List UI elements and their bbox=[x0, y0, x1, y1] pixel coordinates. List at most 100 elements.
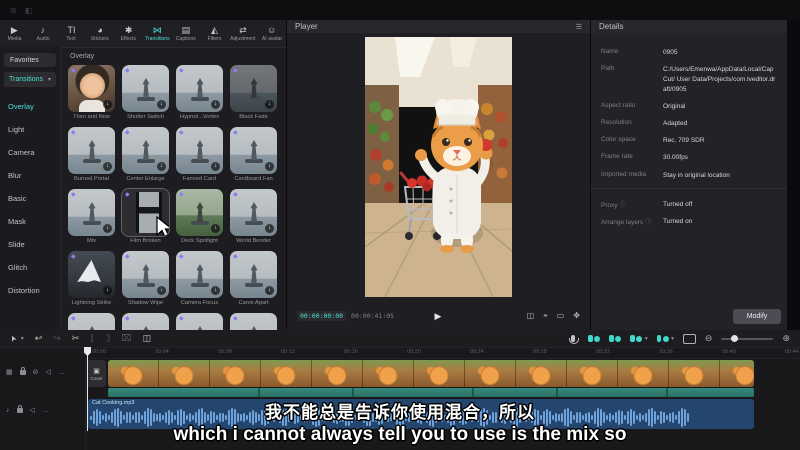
toolbar-item-ai-avatar[interactable]: ☺AI avatar bbox=[257, 20, 286, 47]
clip-icon[interactable]: ▦ bbox=[6, 368, 13, 376]
transition-item-mix[interactable]: ◆↓Mix bbox=[68, 189, 115, 244]
download-icon[interactable]: ↓ bbox=[211, 162, 220, 171]
transition-thumbnail[interactable]: ◆↓ bbox=[230, 189, 277, 236]
sidebar-item-basic[interactable]: Basic bbox=[0, 187, 60, 210]
sidebar-item-overlay[interactable]: Overlay bbox=[0, 95, 60, 118]
transition-item-hypnot-vortex[interactable]: ◆↓Hypnot...Vortex bbox=[176, 65, 223, 120]
download-icon[interactable]: ↓ bbox=[211, 224, 220, 233]
download-icon[interactable]: ↓ bbox=[211, 286, 220, 295]
toolbar-item-adjustment[interactable]: ⇄Adjustment bbox=[229, 20, 258, 47]
link-icon[interactable]: ▾ bbox=[630, 335, 647, 342]
transition-thumbnail[interactable]: ◆↓ bbox=[230, 127, 277, 174]
zoom-out-icon[interactable]: ⊖ bbox=[705, 333, 713, 344]
download-icon[interactable]: ↓ bbox=[103, 162, 112, 171]
download-icon[interactable]: ↓ bbox=[265, 224, 274, 233]
transition-item-film-broken[interactable]: ◆↓Film Broken bbox=[122, 189, 169, 244]
transition-item-carve-apart[interactable]: ◆↓Carve Apart bbox=[230, 251, 277, 306]
transition-thumbnail[interactable]: ◆↓ bbox=[122, 189, 169, 236]
transition-item-fanned-card[interactable]: ◆↓Fanned Card bbox=[176, 127, 223, 182]
more-icon[interactable]: … bbox=[42, 407, 49, 414]
transition-thumbnail[interactable]: ◆↓ bbox=[68, 127, 115, 174]
transition-item-lightning-strike[interactable]: ◆↓Lightning Strike bbox=[68, 251, 115, 306]
more-icon[interactable]: … bbox=[58, 369, 65, 376]
transition-thumbnail[interactable]: ◆↓ bbox=[122, 65, 169, 112]
transitions-dropdown[interactable]: Transitions ▾ bbox=[4, 72, 56, 87]
transition-item-center-enlarge[interactable]: ◆↓Center Enlarge bbox=[122, 127, 169, 182]
snap-icon[interactable] bbox=[588, 335, 600, 342]
transition-thumbnail[interactable]: ◆↓ bbox=[68, 313, 115, 330]
select-dropdown[interactable]: ▾ bbox=[21, 335, 24, 342]
timeline-zoom-slider[interactable] bbox=[721, 338, 773, 340]
modify-button[interactable]: Modify bbox=[733, 309, 781, 324]
sidebar-item-mask[interactable]: Mask bbox=[0, 210, 60, 233]
playhead[interactable] bbox=[87, 347, 88, 431]
toolbar-item-media[interactable]: ▶Media bbox=[0, 20, 29, 47]
timeline-ruler[interactable]: 00:0000:0400:0800:1200:1600:2000:2400:28… bbox=[0, 347, 800, 359]
transition-thumbnail[interactable]: ◆↓ bbox=[68, 65, 115, 112]
split-button[interactable]: ✂ bbox=[72, 333, 80, 344]
sidebar-item-glitch[interactable]: Glitch bbox=[0, 256, 60, 279]
video-clip[interactable] bbox=[108, 360, 754, 387]
sidebar-item-light[interactable]: Light bbox=[0, 118, 60, 141]
transition-thumbnail[interactable]: ◆↓ bbox=[230, 251, 277, 298]
fullscreen-icon[interactable]: ✥ bbox=[573, 311, 580, 321]
download-icon[interactable]: ↓ bbox=[157, 162, 166, 171]
download-icon[interactable]: ↓ bbox=[157, 100, 166, 109]
toolbar-item-audio[interactable]: ♪Audio bbox=[29, 20, 58, 47]
transition-thumbnail[interactable]: ◆↓ bbox=[230, 65, 277, 112]
download-icon[interactable]: ↓ bbox=[265, 286, 274, 295]
transition-item-burned-portal[interactable]: ◆↓Burned Portal bbox=[68, 127, 115, 182]
lock-icon[interactable] bbox=[17, 408, 23, 413]
sidebar-item-blur[interactable]: Blur bbox=[0, 164, 60, 187]
toolbar-item-text[interactable]: TIText bbox=[57, 20, 86, 47]
download-icon[interactable]: ↓ bbox=[157, 286, 166, 295]
trim-right-button[interactable]: ⟧ bbox=[106, 333, 110, 344]
mirror-button[interactable]: ◫ bbox=[143, 333, 152, 344]
transition-thumbnail[interactable]: ◆↓ bbox=[68, 189, 115, 236]
download-icon[interactable]: ↓ bbox=[103, 286, 112, 295]
cover-button[interactable]: ▣ Cover bbox=[87, 360, 106, 387]
audio-clip[interactable]: Cat Cooking.mp3 bbox=[88, 399, 754, 429]
transition-item[interactable]: ◆↓ bbox=[68, 313, 115, 330]
ratio-icon[interactable]: ▭ bbox=[557, 311, 565, 321]
record-voiceover-icon[interactable] bbox=[571, 335, 575, 342]
lock-icon[interactable] bbox=[20, 370, 26, 375]
transition-item[interactable]: ◆↓ bbox=[230, 313, 277, 330]
transition-item-camera-focus[interactable]: ◆↓Camera Focus bbox=[176, 251, 223, 306]
favorites-button[interactable]: Favorites bbox=[4, 53, 56, 67]
audio-track-icon[interactable]: ♪ bbox=[6, 407, 10, 414]
mirror-icon[interactable]: ◫ bbox=[527, 311, 535, 321]
keyframe-icon[interactable]: ▾ bbox=[657, 335, 674, 342]
transition-item-shutter-switch[interactable]: ◆↓Shutter Switch bbox=[122, 65, 169, 120]
sidebar-item-distortion[interactable]: Distortion bbox=[0, 279, 60, 302]
redo-button[interactable]: ↪ bbox=[53, 333, 61, 344]
download-icon[interactable]: ↓ bbox=[265, 162, 274, 171]
focus-icon[interactable]: ⌖ bbox=[543, 311, 548, 321]
magnet-icon[interactable] bbox=[609, 335, 621, 342]
zoom-slider-thumb[interactable] bbox=[731, 335, 738, 342]
hide-icon[interactable]: ⊘ bbox=[33, 368, 39, 376]
player-menu-icon[interactable]: ☰ bbox=[576, 23, 582, 31]
toolbar-item-captions[interactable]: ▤Captions bbox=[172, 20, 201, 47]
transition-item-world-bender[interactable]: ◆↓World Bender bbox=[230, 189, 277, 244]
toolbar-item-stickers[interactable]: ◕Stickers bbox=[86, 20, 115, 47]
sidebar-item-camera[interactable]: Camera bbox=[0, 141, 60, 164]
download-icon[interactable]: ↓ bbox=[211, 100, 220, 109]
undo-button[interactable]: ↩ bbox=[35, 333, 43, 344]
transition-thumbnail[interactable]: ◆↓ bbox=[176, 313, 223, 330]
select-tool[interactable]: ➤ bbox=[8, 334, 19, 344]
transition-item-shadow-wipe[interactable]: ◆↓Shadow Wipe bbox=[122, 251, 169, 306]
delete-button[interactable]: ⌧ bbox=[121, 333, 131, 344]
transition-thumbnail[interactable]: ◆↓ bbox=[176, 189, 223, 236]
transition-thumbnail[interactable]: ◆↓ bbox=[176, 127, 223, 174]
toolbar-item-transitions[interactable]: ⋈Transitions bbox=[143, 20, 172, 47]
transition-item-cardboard-fan[interactable]: ◆↓Cardboard Fan bbox=[230, 127, 277, 182]
transition-thumbnail[interactable]: ◆↓ bbox=[176, 251, 223, 298]
download-icon[interactable]: ↓ bbox=[103, 100, 112, 109]
transition-item-deck-spotlight[interactable]: ◆↓Deck Spotlight bbox=[176, 189, 223, 244]
caption-track-clip[interactable] bbox=[108, 388, 754, 397]
trim-left-button[interactable]: ⟦ bbox=[90, 333, 94, 344]
toolbar-item-filters[interactable]: ◭Filters bbox=[200, 20, 229, 47]
transition-thumbnail[interactable]: ◆↓ bbox=[122, 127, 169, 174]
preview-axis-icon[interactable] bbox=[683, 334, 696, 344]
